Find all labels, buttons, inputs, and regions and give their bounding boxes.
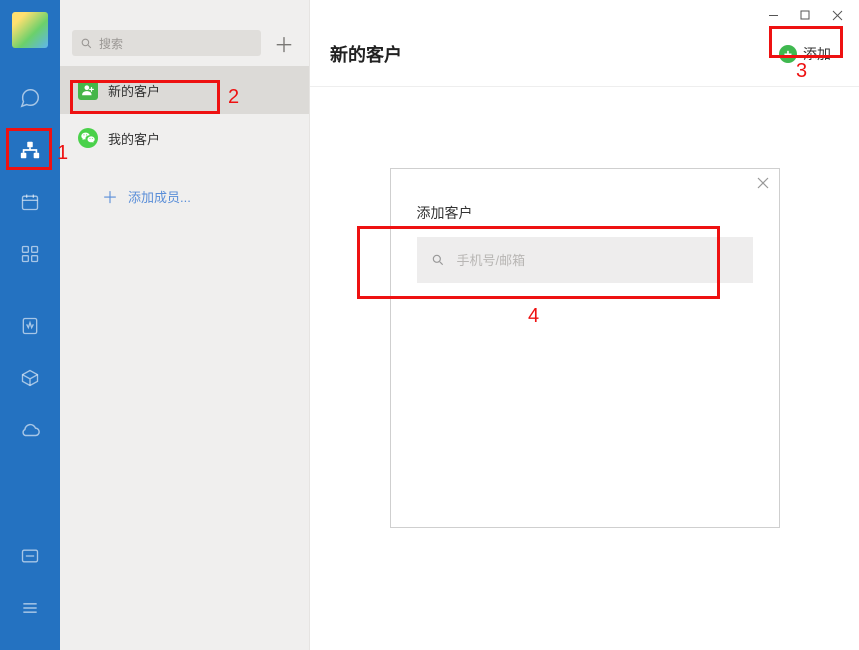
sidebar-item-label: 我的客户 (108, 129, 160, 148)
wechat-icon (78, 128, 98, 148)
sidebar-item-label: 新的客户 (108, 81, 160, 100)
window-controls (310, 0, 859, 30)
search-icon (80, 37, 93, 50)
minimize-button[interactable] (759, 4, 787, 26)
new-chat-button[interactable]: ＋ (271, 30, 297, 56)
nav-cloud-icon[interactable] (10, 410, 50, 450)
phone-email-input[interactable] (457, 253, 739, 268)
add-customer-modal: 添加客户 (390, 168, 780, 528)
nav-contacts-icon[interactable] (10, 130, 50, 170)
modal-title: 添加客户 (391, 169, 779, 237)
add-button-label: 添加 (803, 44, 831, 64)
nav-chat-icon[interactable] (10, 78, 50, 118)
nav-calendar-icon[interactable] (10, 182, 50, 222)
page-header: 新的客户 + 添加 (310, 30, 859, 87)
search-icon (431, 253, 445, 267)
nav-box-icon[interactable] (10, 358, 50, 398)
main-content: 新的客户 + 添加 添加客户 (310, 0, 859, 650)
nav-menu-icon[interactable] (10, 588, 50, 628)
sidebar-item-my-customer[interactable]: 我的客户 (60, 114, 309, 162)
sidebar: 搜索 ＋ 新的客户 我的客户 ＋ 添加成员... (60, 0, 310, 650)
close-button[interactable] (823, 4, 851, 26)
add-member-label: 添加成员... (128, 187, 191, 206)
sidebar-item-new-customer[interactable]: 新的客户 (60, 66, 309, 114)
avatar[interactable] (12, 12, 48, 48)
page-title: 新的客户 (330, 41, 402, 67)
new-customer-icon (78, 80, 98, 100)
maximize-button[interactable] (791, 4, 819, 26)
nav-docs-icon[interactable] (10, 306, 50, 346)
plus-icon: ＋ (102, 184, 118, 208)
nav-apps-icon[interactable] (10, 234, 50, 274)
modal-close-button[interactable] (757, 177, 769, 189)
add-member-link[interactable]: ＋ 添加成员... (60, 162, 309, 208)
add-button[interactable]: + 添加 (771, 40, 839, 68)
nav-inbox-icon[interactable] (10, 536, 50, 576)
modal-search-field[interactable] (417, 237, 753, 283)
nav-rail (0, 0, 60, 650)
search-placeholder: 搜索 (99, 35, 123, 52)
plus-circle-icon: + (779, 45, 797, 63)
search-input[interactable]: 搜索 (72, 30, 261, 56)
